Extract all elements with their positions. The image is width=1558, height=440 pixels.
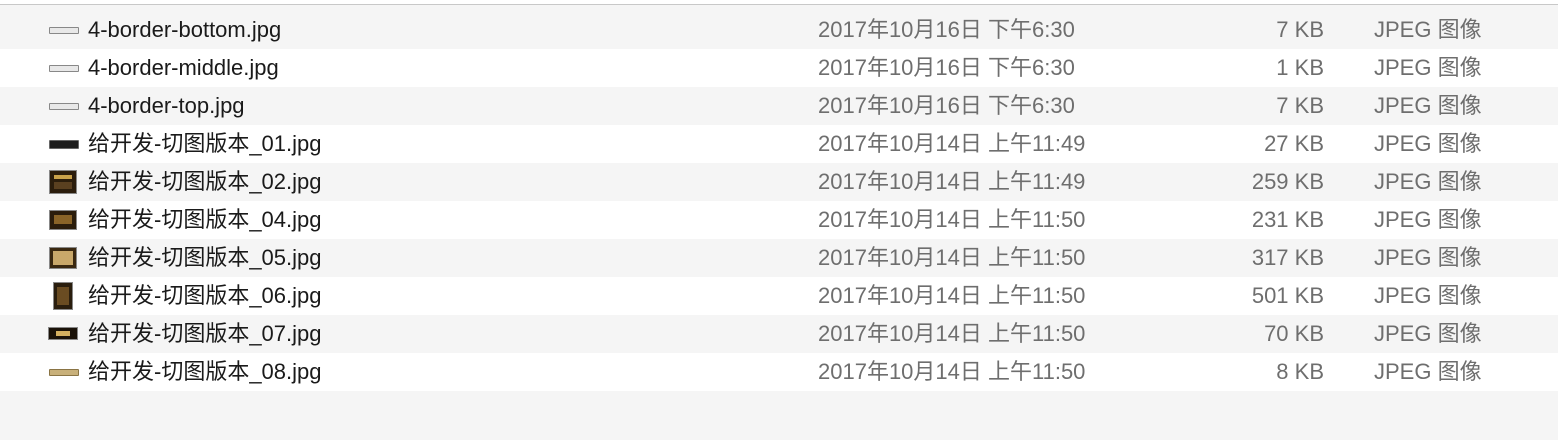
file-row[interactable]: 4-border-top.jpg 2017年10月16日 下午6:30 7 KB… <box>0 87 1558 125</box>
file-name: 给开发-切图版本_02.jpg <box>88 169 322 194</box>
file-name: 给开发-切图版本_01.jpg <box>88 131 322 156</box>
file-name: 给开发-切图版本_05.jpg <box>88 245 322 270</box>
file-row[interactable]: 4-border-bottom.jpg 2017年10月16日 下午6:30 7… <box>0 11 1558 49</box>
file-row[interactable]: 给开发-切图版本_01.jpg 2017年10月14日 上午11:49 27 K… <box>0 125 1558 163</box>
file-kind: JPEG 图像 <box>1374 169 1482 194</box>
image-thumbnail-icon <box>48 207 78 233</box>
file-date: 2017年10月14日 上午11:50 <box>818 359 1086 384</box>
file-list: 4-border-bottom.jpg 2017年10月16日 下午6:30 7… <box>0 11 1558 429</box>
file-kind: JPEG 图像 <box>1374 245 1482 270</box>
file-row[interactable]: 给开发-切图版本_08.jpg 2017年10月14日 上午11:50 8 KB… <box>0 353 1558 391</box>
file-date: 2017年10月14日 上午11:49 <box>818 169 1086 194</box>
file-size: 231 KB <box>1251 207 1324 232</box>
dark-banner-thumbnail-icon <box>48 321 78 347</box>
file-date: 2017年10月16日 下午6:30 <box>818 17 1075 42</box>
portrait-image-thumbnail-icon <box>48 283 78 309</box>
file-size: 8 KB <box>1276 359 1324 384</box>
file-kind: JPEG 图像 <box>1374 207 1482 232</box>
file-size: 259 KB <box>1251 169 1324 194</box>
file-size: 1 KB <box>1276 55 1324 80</box>
file-name: 给开发-切图版本_04.jpg <box>88 207 322 232</box>
gold-strip-thumbnail-icon <box>48 359 79 385</box>
file-row[interactable]: 给开发-切图版本_04.jpg 2017年10月14日 上午11:50 231 … <box>0 201 1558 239</box>
file-size: 70 KB <box>1264 321 1324 346</box>
empty-row <box>0 391 1558 429</box>
image-thumbnail-icon <box>48 245 78 271</box>
file-name: 给开发-切图版本_07.jpg <box>88 321 322 346</box>
file-kind: JPEG 图像 <box>1374 93 1482 118</box>
file-row[interactable]: 给开发-切图版本_07.jpg 2017年10月14日 上午11:50 70 K… <box>0 315 1558 353</box>
file-size: 27 KB <box>1264 131 1324 156</box>
image-thumbnail-icon <box>48 169 78 195</box>
file-name: 4-border-top.jpg <box>88 93 245 118</box>
file-size: 317 KB <box>1251 245 1324 270</box>
file-row[interactable]: 给开发-切图版本_02.jpg 2017年10月14日 上午11:49 259 … <box>0 163 1558 201</box>
file-size: 7 KB <box>1276 17 1324 42</box>
file-date: 2017年10月14日 上午11:50 <box>818 321 1086 346</box>
border-strip-thumbnail-icon <box>48 93 79 119</box>
file-row[interactable]: 4-border-middle.jpg 2017年10月16日 下午6:30 1… <box>0 49 1558 87</box>
file-name: 给开发-切图版本_06.jpg <box>88 283 322 308</box>
file-row[interactable]: 给开发-切图版本_06.jpg 2017年10月14日 上午11:50 501 … <box>0 277 1558 315</box>
file-kind: JPEG 图像 <box>1374 131 1482 156</box>
dark-banner-thumbnail-icon <box>48 131 79 157</box>
border-strip-thumbnail-icon <box>48 17 79 43</box>
file-kind: JPEG 图像 <box>1374 17 1482 42</box>
file-date: 2017年10月14日 上午11:50 <box>818 207 1086 232</box>
file-name: 4-border-bottom.jpg <box>88 17 282 42</box>
file-kind: JPEG 图像 <box>1374 283 1482 308</box>
file-date: 2017年10月16日 下午6:30 <box>818 55 1075 80</box>
file-name: 给开发-切图版本_08.jpg <box>88 359 322 384</box>
file-kind: JPEG 图像 <box>1374 321 1482 346</box>
file-row[interactable]: 给开发-切图版本_05.jpg 2017年10月14日 上午11:50 317 … <box>0 239 1558 277</box>
file-kind: JPEG 图像 <box>1374 359 1482 384</box>
list-top-border <box>0 0 1558 5</box>
file-name: 4-border-middle.jpg <box>88 55 279 80</box>
border-strip-thumbnail-icon <box>48 55 79 81</box>
file-date: 2017年10月16日 下午6:30 <box>818 93 1075 118</box>
file-kind: JPEG 图像 <box>1374 55 1482 80</box>
file-size: 501 KB <box>1251 283 1324 308</box>
file-date: 2017年10月14日 上午11:50 <box>818 283 1086 308</box>
file-size: 7 KB <box>1276 93 1324 118</box>
file-date: 2017年10月14日 上午11:50 <box>818 245 1086 270</box>
file-date: 2017年10月14日 上午11:49 <box>818 131 1086 156</box>
